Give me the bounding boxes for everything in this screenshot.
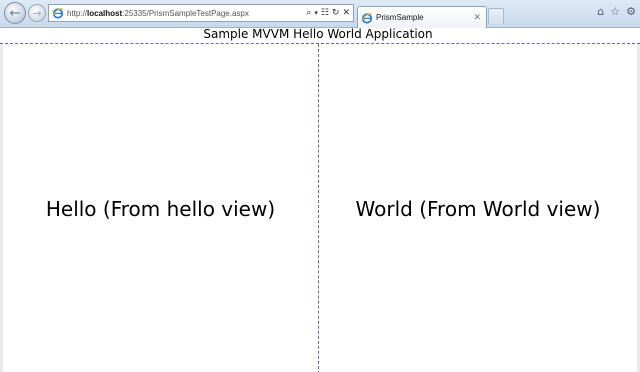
search-icon[interactable]: ⌕ [306, 8, 311, 18]
address-bar[interactable]: http://localhost:25335/PrismSampleTestPa… [48, 4, 354, 22]
dropdown-icon[interactable]: ▾ [314, 9, 318, 17]
hello-view-text: Hello (From hello view) [45, 197, 276, 221]
new-tab-button[interactable] [488, 8, 504, 24]
hello-view-region: Hello (From hello view) [3, 44, 318, 372]
compatibility-icon[interactable]: ☷ [321, 8, 329, 18]
star-icon[interactable]: ☆ [610, 5, 620, 18]
page-content: Sample MVVM Hello World Application Hell… [0, 28, 640, 372]
url-path: :25335/PrismSampleTestPage.aspx [122, 8, 249, 18]
back-arrow-icon: ← [9, 5, 21, 21]
url-text: http://localhost:25335/PrismSampleTestPa… [67, 9, 306, 18]
tab-close-icon[interactable]: ✕ [473, 13, 486, 23]
stop-icon[interactable]: ✕ [342, 8, 350, 18]
world-view-text: World (From World view) [355, 197, 601, 221]
world-view-region: World (From World view) [319, 44, 637, 372]
forward-button[interactable]: → [28, 4, 46, 22]
address-tools: ⌕ ▾ ☷ ↻ ✕ [306, 8, 353, 18]
app-title: Sample MVVM Hello World Application [203, 27, 433, 41]
back-button[interactable]: ← [4, 2, 26, 24]
tab-favicon-icon [361, 12, 373, 24]
browser-window: ← → http://localhost:25335/PrismSampleTe… [0, 0, 640, 372]
ie-favicon-icon [52, 7, 64, 19]
browser-command-icons: ⌂ ☆ ⚙ [597, 5, 636, 18]
forward-arrow-icon: → [32, 6, 42, 20]
gear-icon[interactable]: ⚙ [626, 5, 636, 18]
tab-title: PrismSample [376, 13, 424, 22]
url-prefix: http:// [67, 8, 88, 18]
refresh-icon[interactable]: ↻ [332, 8, 340, 18]
url-host: localhost [87, 8, 123, 18]
tab-prismsample[interactable]: PrismSample ✕ [357, 6, 487, 28]
browser-toolbar: ← → http://localhost:25335/PrismSampleTe… [0, 0, 640, 28]
home-icon[interactable]: ⌂ [597, 5, 604, 18]
